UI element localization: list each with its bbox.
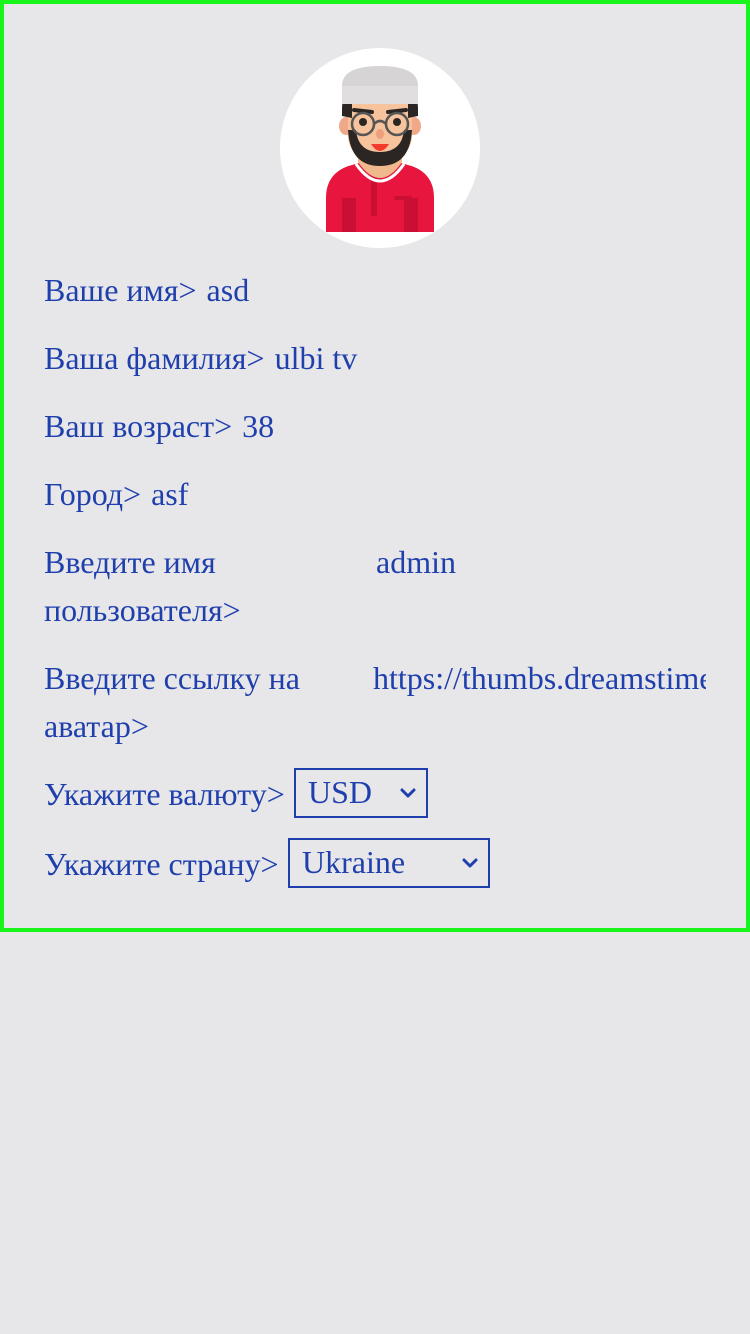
avatar-link-value: https://thumbs.dreamstime [373,660,706,696]
age-row: Ваш возраст> 38 [44,402,274,450]
username-row: Введите имя пользователя> admin [44,538,724,634]
age-label: Ваш возраст> [44,408,233,444]
city-value: asf [151,476,189,512]
chevron-down-icon [400,788,416,798]
city-row: Город> asf [44,470,188,518]
avatar [280,48,480,248]
avatar-link-label: Введите ссылку на аватар> [44,660,300,744]
profile-card: Ваше имя> asd Ваша фамилия> ulbi tv Ваш во… [0,0,750,932]
last-name-value: ulbi tv [274,340,358,376]
chevron-down-icon [462,858,478,868]
avatar-link-row: Введите ссылку на аватар> https://thumbs… [44,654,724,750]
last-name-label: Ваша фамилия> [44,340,265,376]
country-select[interactable]: Ukraine [288,838,490,888]
username-value: admin [376,544,456,580]
first-name-label: Ваше имя> [44,272,197,308]
city-label: Город> [44,476,142,512]
age-value: 38 [242,408,275,444]
first-name-row: Ваше имя> asd [44,266,249,314]
avatar-man-icon [326,66,434,232]
country-selected-value: Ukraine [302,844,406,880]
first-name-value: asd [206,272,250,308]
username-label: Введите имя пользователя> [44,544,241,628]
last-name-row: Ваша фамилия> ulbi tv [44,334,357,382]
currency-select[interactable]: USD [294,768,428,818]
country-label: Укажите страну> [44,846,279,882]
currency-label: Укажите валюту> [44,776,285,812]
currency-selected-value: USD [308,774,373,810]
